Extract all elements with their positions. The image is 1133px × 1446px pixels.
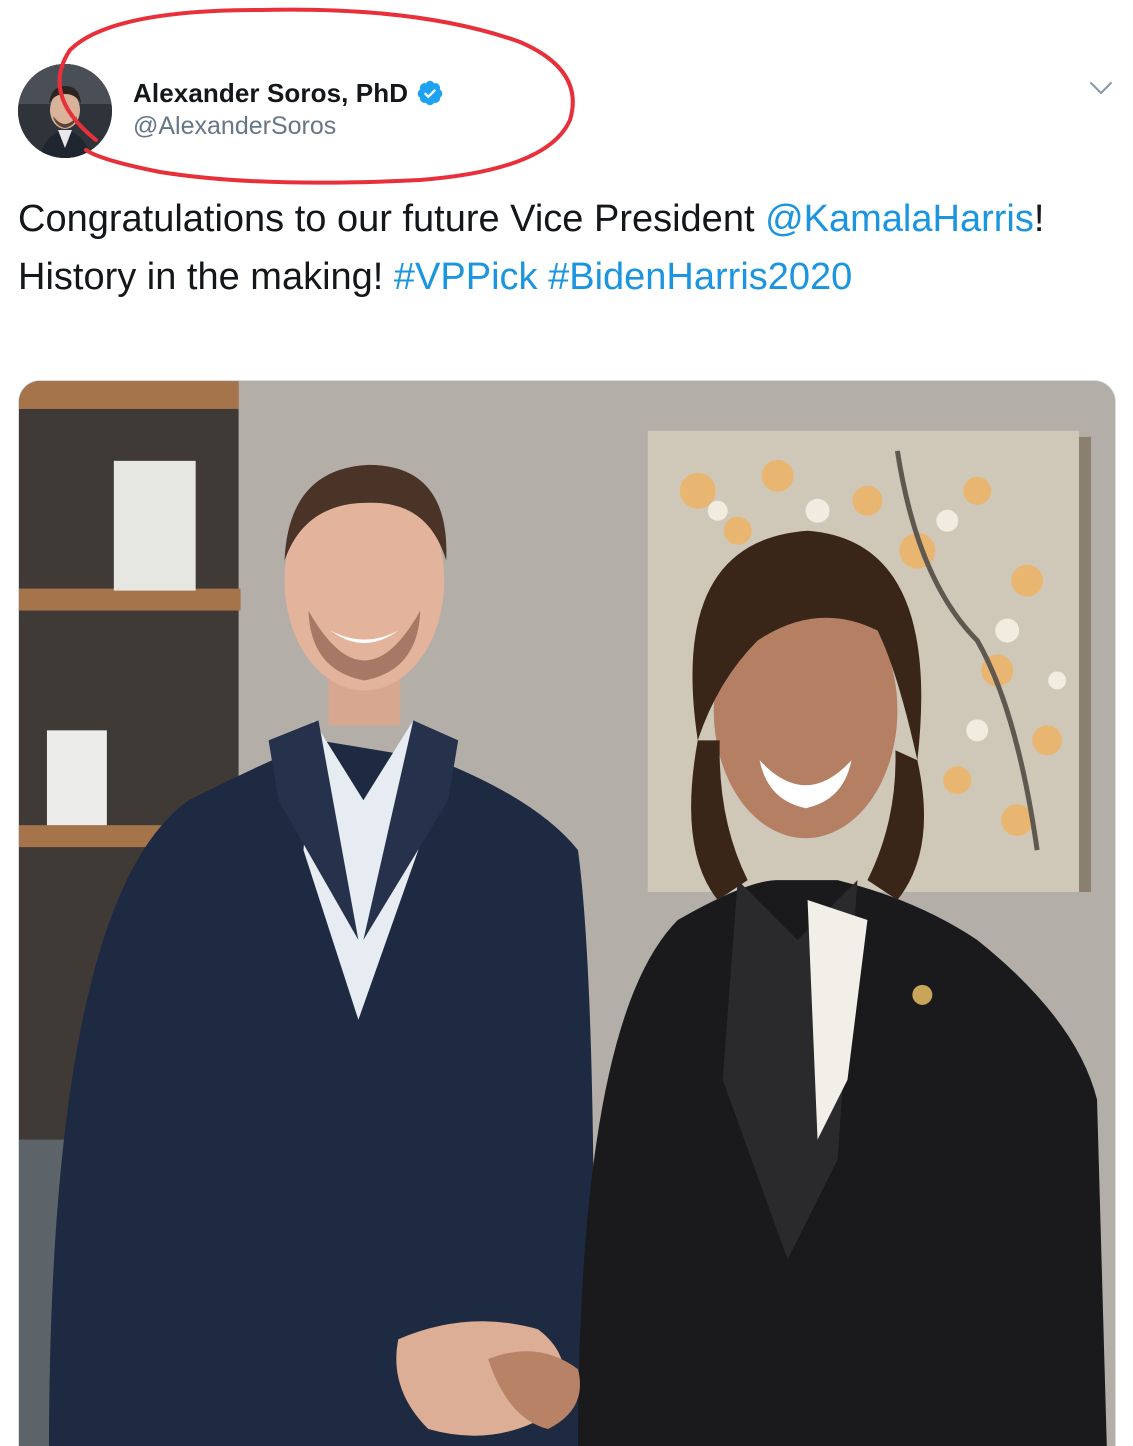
tweet-photo[interactable]	[18, 380, 1116, 1446]
chevron-down-icon[interactable]	[1088, 78, 1114, 98]
mention-link[interactable]: @KamalaHarris	[765, 198, 1034, 240]
verified-badge-icon	[417, 80, 443, 106]
avatar[interactable]	[18, 64, 112, 158]
hashtag-link[interactable]: #BidenHarris2020	[548, 256, 852, 298]
hashtag-link[interactable]: #VPPick	[394, 256, 538, 298]
tweet-text-segment	[538, 256, 549, 298]
display-name[interactable]: Alexander Soros, PhD	[133, 78, 408, 109]
author-handle[interactable]: @AlexanderSoros	[133, 112, 336, 141]
author-name-row[interactable]: Alexander Soros, PhD	[133, 76, 444, 110]
tweet-text: Congratulations to our future Vice Presi…	[18, 190, 1108, 306]
photo-image	[19, 381, 1115, 1446]
avatar-photo	[18, 64, 112, 158]
tweet: Alexander Soros, PhD @AlexanderSoros Con…	[0, 0, 1133, 1446]
tweet-text-segment: Congratulations to our future Vice Presi…	[18, 198, 766, 240]
